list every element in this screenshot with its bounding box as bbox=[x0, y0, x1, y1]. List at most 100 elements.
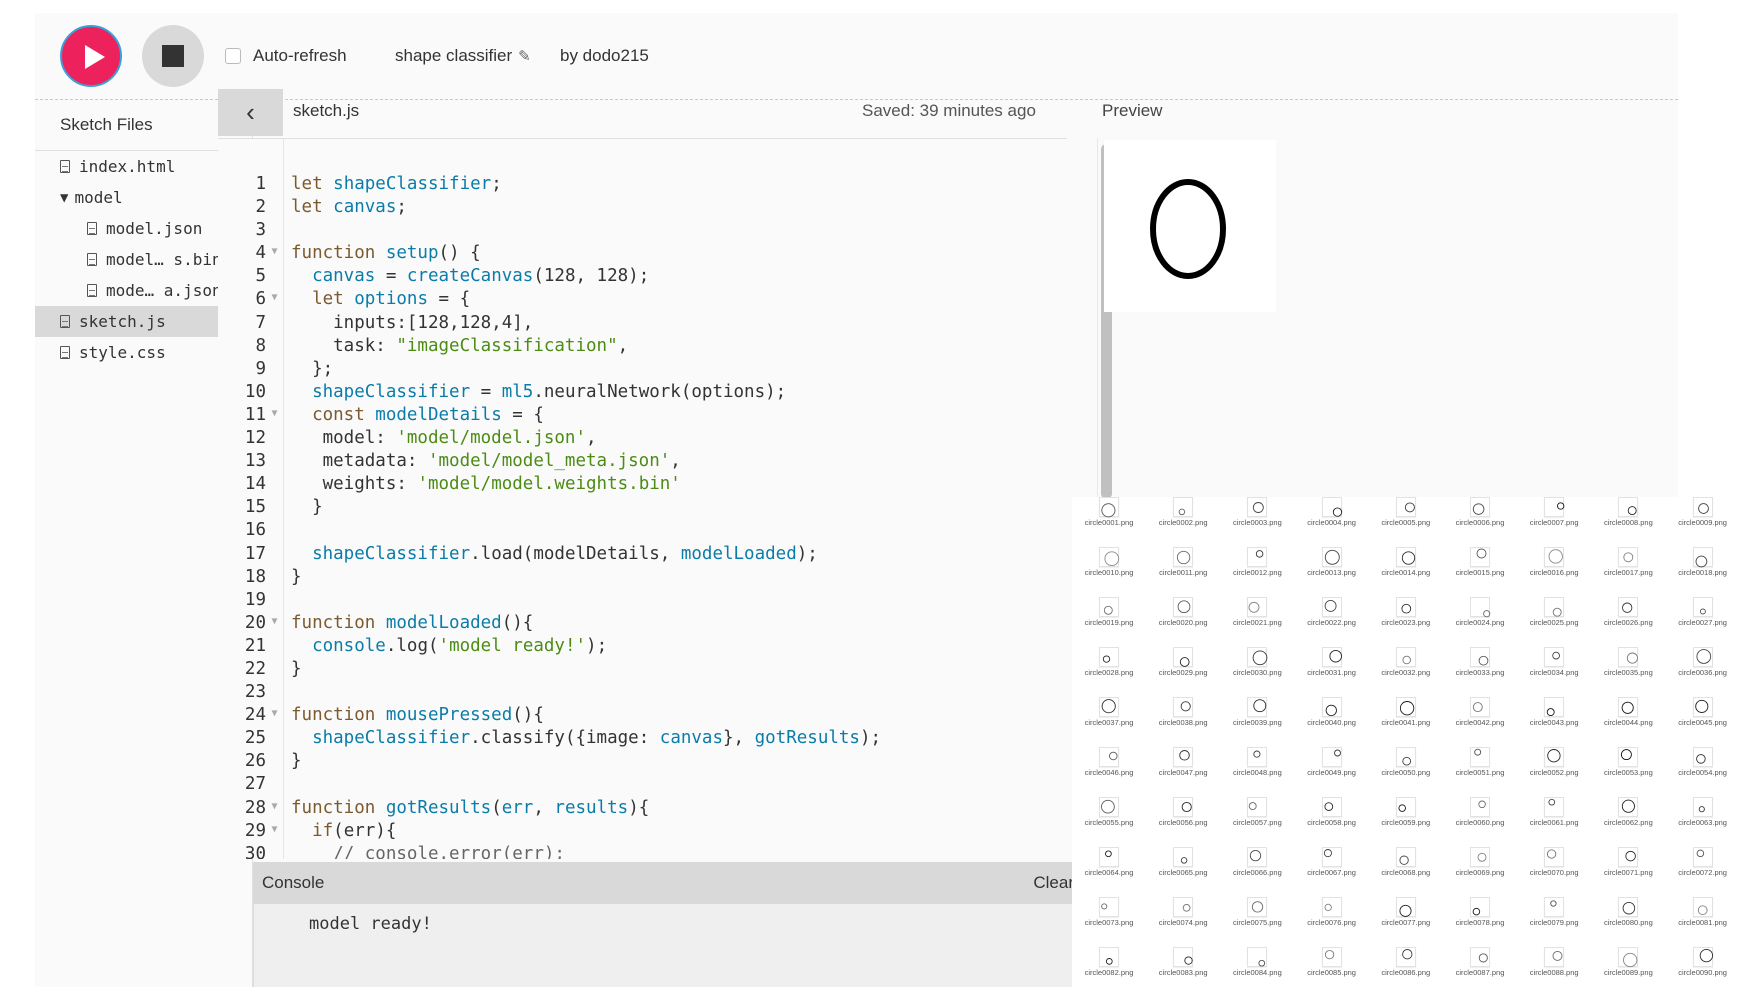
code-line[interactable]: 10 shapeClassifier = ml5.neuralNetwork(o… bbox=[218, 381, 1067, 404]
image-file-item[interactable]: circle0071.png bbox=[1591, 847, 1665, 897]
code-line[interactable]: 12 model: 'model/model.json', bbox=[218, 427, 1067, 450]
code-line[interactable]: 15 } bbox=[218, 496, 1067, 519]
image-file-item[interactable]: circle0047.png bbox=[1146, 747, 1220, 797]
image-file-item[interactable]: circle0004.png bbox=[1295, 497, 1369, 547]
image-file-item[interactable]: circle0082.png bbox=[1072, 947, 1146, 997]
image-file-item[interactable]: circle0017.png bbox=[1591, 547, 1665, 597]
image-file-item[interactable]: circle0086.png bbox=[1369, 947, 1443, 997]
image-file-item[interactable]: circle0029.png bbox=[1146, 647, 1220, 697]
image-file-item[interactable]: circle0050.png bbox=[1369, 747, 1443, 797]
image-file-item[interactable]: circle0065.png bbox=[1146, 847, 1220, 897]
image-file-item[interactable]: circle0015.png bbox=[1443, 547, 1517, 597]
image-file-item[interactable]: circle0013.png bbox=[1295, 547, 1369, 597]
image-file-item[interactable]: circle0056.png bbox=[1146, 797, 1220, 847]
code-line[interactable]: 27 bbox=[218, 773, 1067, 796]
image-file-item[interactable]: circle0027.png bbox=[1666, 597, 1740, 647]
image-file-item[interactable]: circle0067.png bbox=[1295, 847, 1369, 897]
image-file-item[interactable]: circle0080.png bbox=[1591, 897, 1665, 947]
image-file-item[interactable]: circle0014.png bbox=[1369, 547, 1443, 597]
image-file-item[interactable]: circle0032.png bbox=[1369, 647, 1443, 697]
image-file-item[interactable]: circle0036.png bbox=[1666, 647, 1740, 697]
image-file-item[interactable]: circle0052.png bbox=[1517, 747, 1591, 797]
image-file-item[interactable]: circle0035.png bbox=[1591, 647, 1665, 697]
console-clear-button[interactable]: Clear bbox=[1033, 873, 1074, 893]
image-file-item[interactable]: circle0061.png bbox=[1517, 797, 1591, 847]
code-line[interactable]: 24 ▼ function mousePressed(){ bbox=[218, 704, 1067, 727]
fold-arrow-icon[interactable]: ▼ bbox=[266, 704, 283, 727]
code-line[interactable]: 3 bbox=[218, 219, 1067, 242]
image-file-item[interactable]: circle0040.png bbox=[1295, 697, 1369, 747]
image-file-item[interactable]: circle0070.png bbox=[1517, 847, 1591, 897]
image-file-item[interactable]: circle0064.png bbox=[1072, 847, 1146, 897]
image-file-item[interactable]: circle0024.png bbox=[1443, 597, 1517, 647]
code-line[interactable]: 9 }; bbox=[218, 358, 1067, 381]
image-file-item[interactable]: circle0018.png bbox=[1666, 547, 1740, 597]
image-file-item[interactable]: circle0033.png bbox=[1443, 647, 1517, 697]
fold-arrow-icon[interactable]: ▼ bbox=[266, 242, 283, 265]
image-file-item[interactable]: circle0025.png bbox=[1517, 597, 1591, 647]
image-file-item[interactable]: circle0057.png bbox=[1220, 797, 1294, 847]
code-line[interactable]: 7 inputs:[128,128,4], bbox=[218, 312, 1067, 335]
code-line[interactable]: 16 bbox=[218, 519, 1067, 542]
code-line[interactable]: 30 // console.error(err); bbox=[218, 843, 1067, 859]
image-file-item[interactable]: circle0045.png bbox=[1666, 697, 1740, 747]
image-file-item[interactable]: circle0042.png bbox=[1443, 697, 1517, 747]
image-file-item[interactable]: circle0011.png bbox=[1146, 547, 1220, 597]
image-file-item[interactable]: circle0016.png bbox=[1517, 547, 1591, 597]
image-file-item[interactable]: circle0023.png bbox=[1369, 597, 1443, 647]
image-file-item[interactable]: circle0041.png bbox=[1369, 697, 1443, 747]
code-line[interactable]: 26} bbox=[218, 750, 1067, 773]
image-file-item[interactable]: circle0055.png bbox=[1072, 797, 1146, 847]
code-line[interactable]: 8 task: "imageClassification", bbox=[218, 335, 1067, 358]
image-file-item[interactable]: circle0009.png bbox=[1666, 497, 1740, 547]
code-line[interactable]: 20 ▼ function modelLoaded(){ bbox=[218, 612, 1067, 635]
image-file-item[interactable]: circle0084.png bbox=[1220, 947, 1294, 997]
image-file-item[interactable]: circle0069.png bbox=[1443, 847, 1517, 897]
image-file-item[interactable]: circle0059.png bbox=[1369, 797, 1443, 847]
image-file-item[interactable]: circle0007.png bbox=[1517, 497, 1591, 547]
image-file-item[interactable]: circle0062.png bbox=[1591, 797, 1665, 847]
image-file-item[interactable]: circle0038.png bbox=[1146, 697, 1220, 747]
image-file-item[interactable]: circle0006.png bbox=[1443, 497, 1517, 547]
image-file-item[interactable]: circle0034.png bbox=[1517, 647, 1591, 697]
image-file-item[interactable]: circle0087.png bbox=[1443, 947, 1517, 997]
image-file-item[interactable]: circle0021.png bbox=[1220, 597, 1294, 647]
collapse-sidebar-button[interactable]: ‹ bbox=[218, 89, 283, 136]
image-file-item[interactable]: circle0039.png bbox=[1220, 697, 1294, 747]
code-line[interactable]: 13 metadata: 'model/model_meta.json', bbox=[218, 450, 1067, 473]
code-line[interactable]: 17 shapeClassifier.load(modelDetails, mo… bbox=[218, 543, 1067, 566]
image-file-item[interactable]: circle0075.png bbox=[1220, 897, 1294, 947]
code-line[interactable]: 14 weights: 'model/model.weights.bin' bbox=[218, 473, 1067, 496]
image-file-item[interactable]: circle0049.png bbox=[1295, 747, 1369, 797]
fold-arrow-icon[interactable]: ▼ bbox=[266, 404, 283, 427]
image-file-item[interactable]: circle0030.png bbox=[1220, 647, 1294, 697]
image-file-item[interactable]: circle0008.png bbox=[1591, 497, 1665, 547]
fold-arrow-icon[interactable]: ▼ bbox=[266, 797, 283, 820]
image-file-item[interactable]: circle0054.png bbox=[1666, 747, 1740, 797]
image-file-item[interactable]: circle0028.png bbox=[1072, 647, 1146, 697]
image-file-item[interactable]: circle0058.png bbox=[1295, 797, 1369, 847]
image-file-item[interactable]: circle0026.png bbox=[1591, 597, 1665, 647]
image-file-item[interactable]: circle0043.png bbox=[1517, 697, 1591, 747]
preview-canvas[interactable] bbox=[1104, 140, 1276, 312]
fold-arrow-icon[interactable]: ▼ bbox=[266, 612, 283, 635]
image-file-item[interactable]: circle0073.png bbox=[1072, 897, 1146, 947]
image-file-item[interactable]: circle0003.png bbox=[1220, 497, 1294, 547]
code-line[interactable]: 25 shapeClassifier.classify({image: canv… bbox=[218, 727, 1067, 750]
image-file-item[interactable]: circle0005.png bbox=[1369, 497, 1443, 547]
image-file-item[interactable]: circle0074.png bbox=[1146, 897, 1220, 947]
code-line[interactable]: 19 bbox=[218, 589, 1067, 612]
image-file-item[interactable]: circle0076.png bbox=[1295, 897, 1369, 947]
image-file-item[interactable]: circle0044.png bbox=[1591, 697, 1665, 747]
image-file-item[interactable]: circle0085.png bbox=[1295, 947, 1369, 997]
code-line[interactable]: 5 canvas = createCanvas(128, 128); bbox=[218, 265, 1067, 288]
image-file-item[interactable]: circle0037.png bbox=[1072, 697, 1146, 747]
image-file-item[interactable]: circle0089.png bbox=[1591, 947, 1665, 997]
image-file-item[interactable]: circle0019.png bbox=[1072, 597, 1146, 647]
image-file-item[interactable]: circle0090.png bbox=[1666, 947, 1740, 997]
auto-refresh-toggle[interactable]: Auto-refresh bbox=[225, 46, 347, 66]
image-file-item[interactable]: circle0079.png bbox=[1517, 897, 1591, 947]
image-file-item[interactable]: circle0053.png bbox=[1591, 747, 1665, 797]
code-line[interactable]: 23 bbox=[218, 681, 1067, 704]
fold-arrow-icon[interactable]: ▼ bbox=[266, 820, 283, 843]
